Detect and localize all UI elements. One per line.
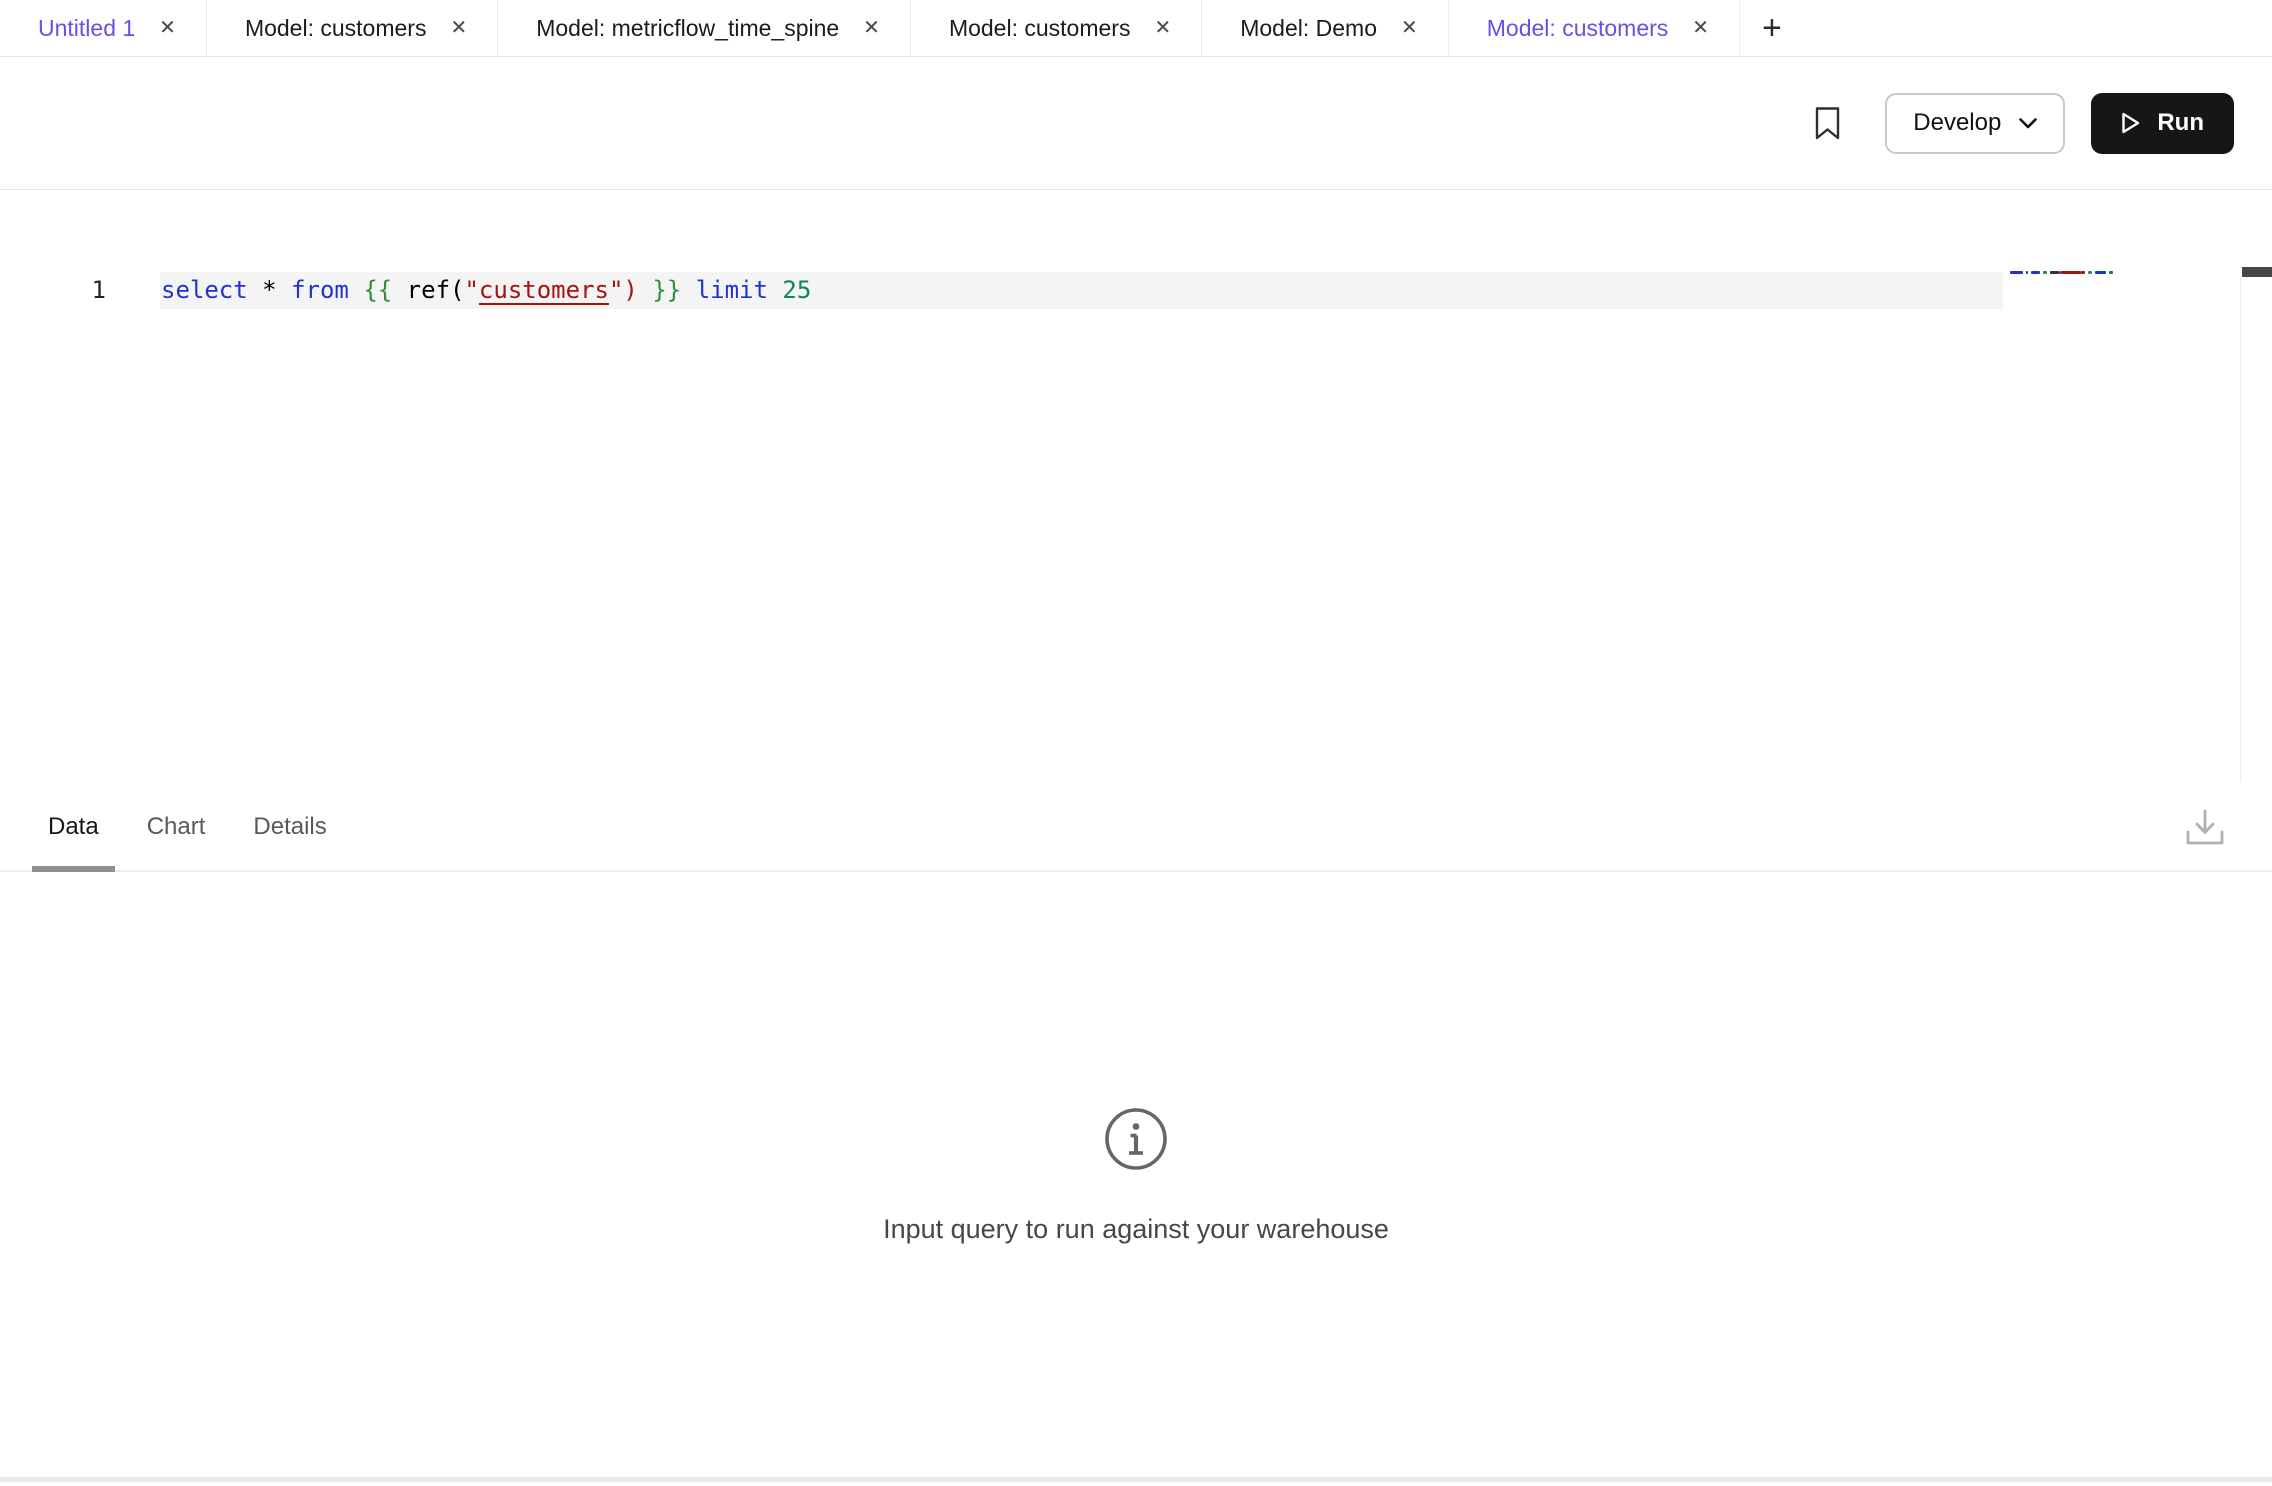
results-empty-state: Input query to run against your warehous… bbox=[0, 1106, 2272, 1245]
minimap-mark bbox=[2061, 271, 2081, 274]
results-tab-chart[interactable]: Chart bbox=[131, 783, 222, 870]
editor-tab-bar: Untitled 1✕Model: customers✕Model: metri… bbox=[0, 0, 2272, 57]
run-button-label: Run bbox=[2157, 109, 2204, 137]
code-token-keyword: limit bbox=[696, 276, 768, 304]
close-tab-icon[interactable]: ✕ bbox=[159, 18, 176, 38]
code-token-keyword: from bbox=[291, 276, 349, 304]
new-tab-button[interactable]: + bbox=[1754, 0, 1790, 56]
close-tab-icon[interactable]: ✕ bbox=[1401, 18, 1418, 38]
code-token-plain: * bbox=[262, 276, 276, 304]
editor-tab-1[interactable]: Model: customers ✕ bbox=[207, 0, 498, 56]
chevron-down-icon bbox=[2019, 118, 2037, 129]
code-token-plain bbox=[392, 276, 406, 304]
develop-button[interactable]: Develop bbox=[1885, 93, 2065, 154]
sql-editor[interactable]: 1 select * from {{ ref("customers") }} l… bbox=[0, 190, 2272, 782]
close-tab-icon[interactable]: ✕ bbox=[863, 18, 880, 38]
editor-tab-label: Model: customers bbox=[1487, 15, 1669, 42]
code-token-plain bbox=[681, 276, 695, 304]
results-tab-data[interactable]: Data bbox=[32, 783, 115, 870]
code-token-plain bbox=[638, 276, 652, 304]
editor-tab-5[interactable]: Model: customers ✕ bbox=[1449, 0, 1740, 56]
develop-button-label: Develop bbox=[1913, 109, 2001, 137]
bottom-divider bbox=[0, 1477, 2272, 1482]
code-token-string: " bbox=[464, 276, 478, 304]
results-panel-tab-bar: DataChartDetails bbox=[0, 783, 2272, 872]
info-circle-icon bbox=[1103, 1106, 1169, 1172]
editor-tab-2[interactable]: Model: metricflow_time_spine ✕ bbox=[498, 0, 911, 56]
code-token-plain: ref( bbox=[407, 276, 465, 304]
run-button[interactable]: Run bbox=[2091, 93, 2234, 154]
close-tab-icon[interactable]: ✕ bbox=[450, 18, 467, 38]
minimap-mark bbox=[2050, 271, 2059, 274]
editor-tab-label: Model: Demo bbox=[1240, 15, 1377, 42]
code-token-plain bbox=[349, 276, 363, 304]
minimap-mark bbox=[2010, 271, 2023, 274]
editor-tab-label: Model: customers bbox=[949, 15, 1131, 42]
code-token-number: 25 bbox=[782, 276, 811, 304]
editor-minimap[interactable] bbox=[2010, 267, 2113, 277]
minimap-mark bbox=[2031, 271, 2040, 274]
code-token-plain bbox=[768, 276, 782, 304]
scrollbar-thumb[interactable] bbox=[2242, 267, 2272, 277]
code-token-brace: {{ bbox=[363, 276, 392, 304]
empty-state-message: Input query to run against your warehous… bbox=[883, 1214, 1389, 1245]
toolbar: Develop Run bbox=[0, 57, 2272, 190]
results-tab-details[interactable]: Details bbox=[237, 783, 342, 870]
code-token-plain bbox=[277, 276, 291, 304]
ide-window: Untitled 1✕Model: customers✕Model: metri… bbox=[0, 0, 2272, 1486]
code-token-brace: }} bbox=[652, 276, 681, 304]
code-token-plain bbox=[248, 276, 262, 304]
play-icon bbox=[2121, 112, 2141, 134]
code-line[interactable]: select * from {{ ref("customers") }} lim… bbox=[161, 272, 811, 309]
editor-tab-label: Model: customers bbox=[245, 15, 427, 42]
minimap-divider bbox=[2240, 278, 2241, 782]
editor-tab-3[interactable]: Model: customers ✕ bbox=[911, 0, 1202, 56]
download-icon bbox=[2183, 805, 2227, 851]
minimap-mark bbox=[2109, 271, 2113, 274]
close-tab-icon[interactable]: ✕ bbox=[1154, 18, 1171, 38]
bookmark-button[interactable] bbox=[1814, 106, 1841, 141]
code-token-keyword: select bbox=[161, 276, 248, 304]
editor-tab-label: Untitled 1 bbox=[38, 15, 135, 42]
close-tab-icon[interactable]: ✕ bbox=[1692, 18, 1709, 38]
code-token-string: ") bbox=[609, 276, 638, 304]
minimap-mark bbox=[2095, 271, 2106, 274]
line-number: 1 bbox=[58, 272, 106, 309]
editor-tab-4[interactable]: Model: Demo ✕ bbox=[1202, 0, 1449, 56]
code-token-string-underline: customers bbox=[479, 276, 609, 304]
bookmark-icon bbox=[1814, 106, 1841, 141]
editor-tab-0[interactable]: Untitled 1 ✕ bbox=[0, 0, 207, 56]
editor-tab-label: Model: metricflow_time_spine bbox=[536, 15, 839, 42]
download-results-button[interactable] bbox=[2182, 803, 2228, 853]
